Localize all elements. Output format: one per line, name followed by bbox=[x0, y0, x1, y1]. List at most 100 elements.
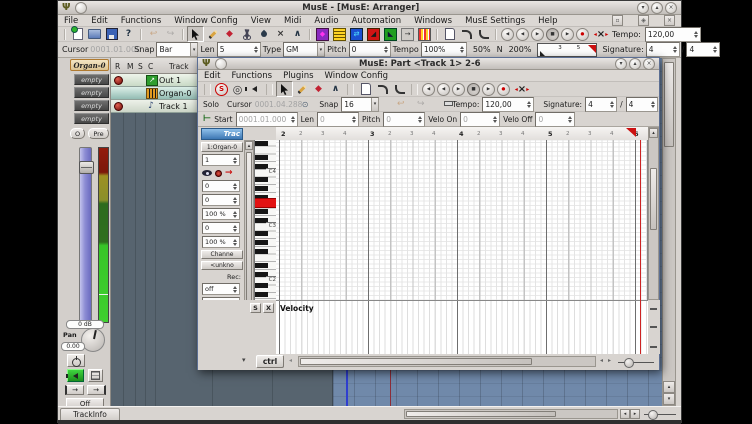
arranger-vscrollbar[interactable]: ▴ ▾ bbox=[662, 58, 676, 406]
stop-button[interactable]: ■ bbox=[467, 83, 480, 96]
main-titlebar[interactable]: Ψ MusE - [MusE: Arranger] ▾ ▴ × bbox=[58, 1, 681, 15]
redo-button[interactable]: ↪ bbox=[162, 26, 179, 42]
track-info-tab-button[interactable]: Trac bbox=[201, 128, 243, 140]
effect-slot-button[interactable]: empty bbox=[74, 100, 109, 111]
record-button[interactable]: ● bbox=[576, 28, 589, 41]
snap-combobox[interactable]: Bar▾ bbox=[156, 42, 198, 57]
spin-arrows-icon[interactable] bbox=[231, 225, 239, 232]
toolbar-grip[interactable] bbox=[411, 84, 418, 95]
eraser-tool-button[interactable]: ◆ bbox=[221, 26, 238, 42]
mastertrack-button[interactable] bbox=[331, 26, 348, 42]
spin-arrows-icon[interactable] bbox=[692, 31, 700, 38]
spin-arrows-icon[interactable] bbox=[231, 286, 239, 293]
length-spinbox[interactable]: 100 % bbox=[202, 208, 240, 220]
velo-off-spinbox[interactable]: 0 bbox=[535, 112, 575, 127]
drawline-tool-button[interactable]: ∧ bbox=[327, 81, 344, 97]
hzoom-slider[interactable] bbox=[618, 362, 654, 363]
spin-arrows-icon[interactable] bbox=[289, 116, 297, 123]
output-port-spinbox[interactable]: 1 bbox=[202, 154, 240, 166]
record-button[interactable]: ● bbox=[497, 83, 510, 96]
header-mute[interactable]: M bbox=[127, 62, 133, 71]
scroll-right-icon[interactable]: ▸ bbox=[608, 357, 611, 364]
splitter-handle[interactable] bbox=[650, 346, 657, 348]
punchin-marker-button[interactable] bbox=[441, 26, 458, 42]
minimize-button[interactable]: ▾ bbox=[615, 58, 627, 70]
zoom-slider-knob[interactable] bbox=[624, 358, 634, 368]
menu-midi[interactable]: Midi bbox=[284, 16, 301, 26]
stop-button[interactable]: ■ bbox=[546, 28, 559, 41]
thru-arrow-icon[interactable]: → bbox=[225, 169, 233, 178]
mdi-restore-button[interactable]: ◈ bbox=[638, 15, 649, 26]
pianoroll-titlebar[interactable]: Ψ MusE: Part <Track 1> 2-6 ▾ ▴ × bbox=[198, 58, 659, 70]
zoom-slider-knob[interactable] bbox=[648, 410, 658, 420]
patch-button[interactable]: <unkno bbox=[201, 261, 243, 270]
vscroll-thumb[interactable] bbox=[246, 152, 252, 322]
header-record[interactable]: R bbox=[115, 62, 120, 71]
vscroll-thumb[interactable] bbox=[650, 168, 657, 230]
close-button[interactable]: × bbox=[665, 2, 677, 14]
menu-windows[interactable]: Windows bbox=[414, 16, 452, 26]
toolbar-grip[interactable] bbox=[182, 29, 184, 40]
close-button[interactable]: × bbox=[643, 58, 655, 70]
menu-edit[interactable]: Edit bbox=[91, 16, 107, 26]
redo-button[interactable]: ↪ bbox=[412, 96, 429, 112]
scroll-up-button[interactable]: ▴ bbox=[245, 141, 253, 150]
vscroll-thumb[interactable] bbox=[664, 62, 674, 147]
signature-denominator-spinbox[interactable]: 4 bbox=[686, 42, 720, 57]
velocity-solo-button[interactable]: S bbox=[250, 303, 261, 313]
panic-button[interactable]: ◂ × ▸ bbox=[511, 81, 533, 97]
header-solo[interactable]: S bbox=[138, 62, 143, 71]
arranger-hscrollbar[interactable] bbox=[404, 409, 618, 419]
volume-db-value[interactable]: 0 dB bbox=[66, 320, 104, 329]
record-indicator-icon[interactable] bbox=[215, 170, 222, 177]
step-record-button[interactable]: ◎ bbox=[229, 81, 246, 97]
hzoom-slider[interactable] bbox=[644, 414, 676, 415]
trackinfo-tab[interactable]: TrackInfo bbox=[60, 408, 120, 420]
tempo-scale-spinbox[interactable]: 100% bbox=[421, 42, 467, 57]
spin-arrows-icon[interactable] bbox=[649, 101, 657, 108]
tempo-spinbox[interactable]: 120,00 bbox=[645, 27, 701, 42]
pianoroll-ruler[interactable]: 2 2 3 4 3 2 3 4 4 2 3 4 5 2 3 4 6 bbox=[276, 127, 648, 141]
audition-button[interactable] bbox=[246, 81, 263, 97]
note-grid-canvas[interactable] bbox=[276, 140, 648, 300]
rewind-button[interactable]: ◀ bbox=[516, 28, 529, 41]
delay-spinbox[interactable]: 0 bbox=[202, 194, 240, 206]
maximize-button[interactable]: ▴ bbox=[651, 2, 663, 14]
highlighted-key[interactable] bbox=[255, 198, 276, 208]
controller-spinbox[interactable]: off bbox=[202, 283, 240, 295]
punch-out-button[interactable]: ◣ bbox=[382, 26, 399, 42]
solo-button[interactable]: S bbox=[215, 83, 228, 96]
channel-button[interactable]: Channe bbox=[201, 250, 243, 259]
menu-file[interactable]: File bbox=[64, 16, 78, 26]
punch-in-button[interactable]: ◢ bbox=[365, 26, 382, 42]
scroll-left-icon[interactable]: ◂ bbox=[289, 357, 292, 364]
rewind-button[interactable]: ◀ bbox=[437, 83, 450, 96]
toolbar-grip[interactable] bbox=[64, 29, 66, 40]
scroll-up-button[interactable]: ▴ bbox=[649, 128, 658, 138]
menu-window-config[interactable]: Window Config bbox=[174, 16, 238, 26]
snap-combobox[interactable]: 16▾ bbox=[341, 97, 379, 112]
toolbar-grip[interactable] bbox=[204, 84, 211, 95]
start-spinbox[interactable]: 0001.01.000 bbox=[236, 112, 298, 127]
piano-keyboard[interactable]: C4 C3 C2 bbox=[254, 140, 276, 300]
velocity-spinbox[interactable]: 0 bbox=[202, 222, 240, 234]
song-info-button[interactable]: ◆ bbox=[314, 26, 331, 42]
menu-muse-settings[interactable]: MusE Settings bbox=[465, 16, 525, 26]
collapse-arrow-icon[interactable]: ▾ bbox=[242, 356, 246, 364]
fade-in-button[interactable] bbox=[374, 81, 391, 97]
menu-help[interactable]: Help bbox=[538, 16, 557, 26]
tempo-spinbox[interactable]: 120,00 bbox=[482, 97, 534, 112]
metronome-button[interactable] bbox=[416, 26, 433, 42]
zoom-200-button[interactable]: 200% bbox=[509, 45, 532, 54]
power-button[interactable] bbox=[67, 354, 85, 367]
transpose-spinbox[interactable]: 0 bbox=[202, 180, 240, 192]
grid-vscrollbar[interactable]: ▴ bbox=[648, 127, 659, 300]
toolbar-grip[interactable] bbox=[309, 29, 311, 40]
pitch-spinbox[interactable]: 0 bbox=[383, 112, 425, 127]
menu-automation[interactable]: Automation bbox=[352, 16, 402, 26]
zoom-normal-button[interactable]: N bbox=[497, 45, 503, 54]
panic-button[interactable]: ◂ × ▸ bbox=[590, 26, 612, 42]
mdi-minimize-button[interactable]: ▫ bbox=[612, 15, 623, 26]
meter-mode-button[interactable] bbox=[88, 369, 103, 382]
spin-arrows-icon[interactable] bbox=[252, 46, 260, 53]
